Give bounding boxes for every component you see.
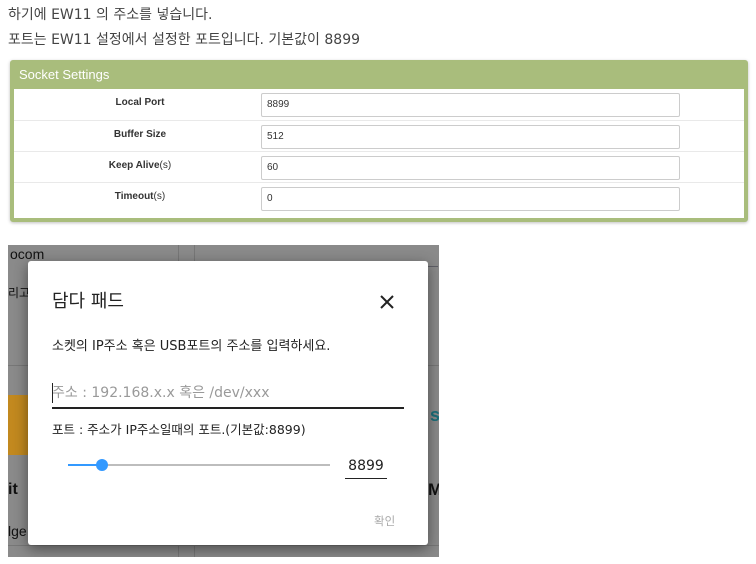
timeout-field[interactable]: 0 [261,187,680,211]
buffer-size-label: Buffer Size [14,129,266,140]
background-house-image [8,395,28,455]
buffer-size-label-text: Buffer Size [113,129,167,140]
app-screenshot: ocom 리고 it lge s M 담다 패드 소켓의 IP주소 혹은 USB… [8,245,439,557]
keep-alive-row: Keep Alive(s) 60 [14,151,744,182]
address-input[interactable] [52,379,404,409]
close-icon[interactable] [374,289,400,315]
dialog-title: 담다 패드 [52,291,124,312]
keep-alive-label-text: Keep Alive [108,160,160,171]
socket-settings-body: Local Port 8899 Buffer Size 512 Keep Ali… [14,89,744,218]
timeout-label: Timeout(s) [14,191,266,202]
background-text: it [8,481,18,498]
keep-alive-field[interactable]: 60 [261,156,680,180]
port-slider-thumb[interactable] [96,459,109,471]
local-port-label: Local Port [14,97,266,108]
port-label: 포트 : 주소가 IP주소일때의 포트.(기본값:8899) [52,422,306,437]
local-port-field[interactable]: 8899 [261,93,680,117]
background-text: ocom [10,246,45,262]
timeout-row: Timeout(s) 0 [14,182,744,213]
socket-settings-title: Socket Settings [11,61,747,89]
background-text: 리고 [8,286,31,300]
timeout-unit: (s) [153,191,166,202]
damda-pad-dialog: 담다 패드 소켓의 IP주소 혹은 USB포트의 주소를 입력하세요. 포트 :… [28,261,428,545]
socket-settings-panel: Socket Settings Local Port 8899 Buffer S… [10,60,748,222]
text-caret [52,383,53,403]
buffer-size-row: Buffer Size 512 [14,120,744,151]
keep-alive-label: Keep Alive(s) [14,160,266,171]
local-port-label-text: Local Port [115,97,165,108]
port-value-field[interactable]: 8899 [345,455,387,479]
intro-line-2: 포트는 EW11 설정에서 설정한 포트입니다. 기본값이 8899 [8,32,361,48]
background-divider [8,545,439,546]
keep-alive-unit: (s) [159,160,172,171]
dialog-description: 소켓의 IP주소 혹은 USB포트의 주소를 입력하세요. [52,339,331,354]
local-port-row: Local Port 8899 [14,89,744,120]
intro-line-1: 하기에 EW11 의 주소를 넣습니다. [8,7,213,23]
background-text: s [430,405,439,425]
background-text: lge [8,523,27,539]
timeout-label-text: Timeout [114,191,154,202]
close-icon-glyph [380,295,394,309]
port-slider[interactable] [68,459,330,471]
buffer-size-field[interactable]: 512 [261,125,680,149]
background-text: M [428,480,439,499]
confirm-button[interactable]: 확인 [374,513,395,529]
